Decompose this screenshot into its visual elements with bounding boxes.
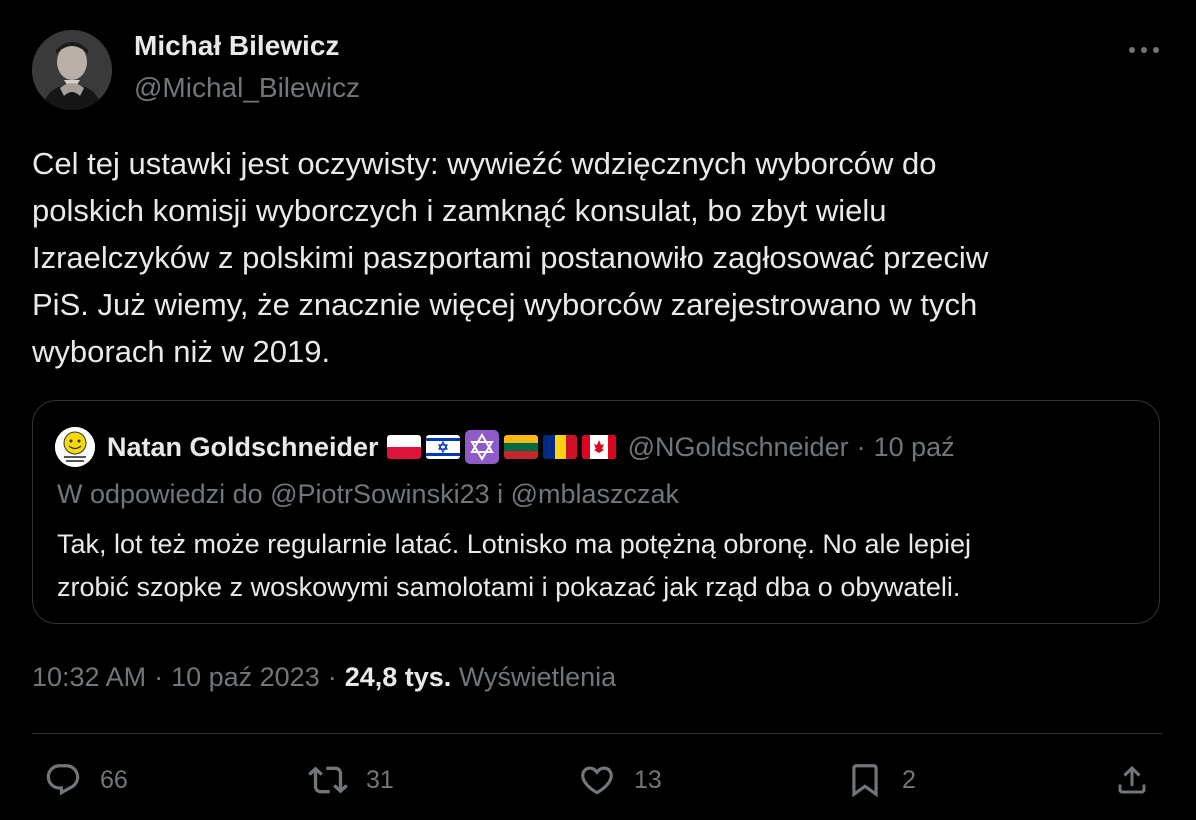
tweet-text-line: Izraelczyków z polskimi paszportami post… xyxy=(32,240,989,275)
tweet-text-line: wyborach niż w 2019. xyxy=(32,334,331,369)
views-count[interactable]: 24,8 tys. xyxy=(345,662,452,692)
bookmark-icon xyxy=(852,764,878,798)
separator-dot: · xyxy=(327,662,337,692)
share-button[interactable] xyxy=(1114,758,1150,802)
views-label: Wyświetlenia xyxy=(458,662,617,692)
bookmark-count: 2 xyxy=(902,765,916,794)
tweet-date[interactable]: 10 paź 2023 xyxy=(171,662,320,692)
quoted-reply-context: W odpowiedzi do @PiotrSowinski23 i @mbla… xyxy=(57,479,680,509)
tweet-text-line: Cel tej ustawki jest oczywisty: wywieźć … xyxy=(32,146,937,181)
canada-flag-icon xyxy=(581,435,616,459)
quoted-tweet-text: Tak, lot też może regularnie latać. Lotn… xyxy=(57,523,971,609)
repost-count: 31 xyxy=(366,765,394,794)
reply-count: 66 xyxy=(100,765,128,794)
tweet-meta: 10:32 AM · 10 paź 2023 · 24,8 tys. Wyświetle… xyxy=(32,662,616,693)
quoted-author-name[interactable]: Natan Goldschneider xyxy=(107,432,379,463)
quoted-text-line: Tak, lot też może regularnie latać. Lotn… xyxy=(57,529,972,559)
smiley-avatar-icon xyxy=(55,427,95,467)
reply-button[interactable]: 66 xyxy=(44,758,128,802)
star-of-david-icon xyxy=(464,430,499,464)
quoted-author-handle[interactable]: @NGoldschneider xyxy=(628,432,849,463)
more-dots-icon xyxy=(1129,47,1159,53)
bookmark-button[interactable]: 2 xyxy=(846,758,916,802)
quoted-tweet-date[interactable]: 10 paź xyxy=(874,432,955,463)
tweet-text: Cel tej ustawki jest oczywisty: wywieźć … xyxy=(32,140,1162,375)
like-button[interactable]: 13 xyxy=(578,758,662,802)
author-name[interactable]: Michał Bilewicz xyxy=(134,30,339,62)
like-count: 13 xyxy=(634,765,662,794)
lithuania-flag-icon xyxy=(503,435,538,459)
reply-icon xyxy=(46,764,80,796)
heart-icon xyxy=(581,766,613,795)
romania-flag-icon xyxy=(542,435,577,459)
author-avatar[interactable] xyxy=(32,30,112,110)
poland-flag-icon xyxy=(386,435,421,459)
repost-icon xyxy=(308,766,348,794)
tweet-text-line: polskich komisji wyborczych i zamknąć ko… xyxy=(32,193,887,228)
repost-button[interactable]: 31 xyxy=(308,758,394,802)
quoted-tweet-card[interactable]: Natan Goldschneider @NGoldschneider · 10… xyxy=(32,400,1160,624)
tweet-time[interactable]: 10:32 AM xyxy=(32,662,146,692)
author-photo xyxy=(32,30,112,110)
separator-dot: · xyxy=(154,662,164,692)
quoted-text-line: zrobić szopke z woskowymi samolotami i p… xyxy=(57,572,961,602)
more-options-button[interactable] xyxy=(1124,30,1164,70)
divider xyxy=(32,733,1162,734)
quoted-tweet-header: Natan Goldschneider @NGoldschneider · 10… xyxy=(55,427,955,467)
flag-emojis xyxy=(386,430,616,464)
author-handle[interactable]: @Michal_Bilewicz xyxy=(134,72,360,104)
tweet-text-line: PiS. Już wiemy, że znacznie więcej wybor… xyxy=(32,287,978,322)
quoted-author-avatar[interactable] xyxy=(55,427,95,467)
separator-dot: · xyxy=(856,431,866,462)
share-icon xyxy=(1118,765,1146,794)
israel-flag-icon xyxy=(425,435,460,459)
